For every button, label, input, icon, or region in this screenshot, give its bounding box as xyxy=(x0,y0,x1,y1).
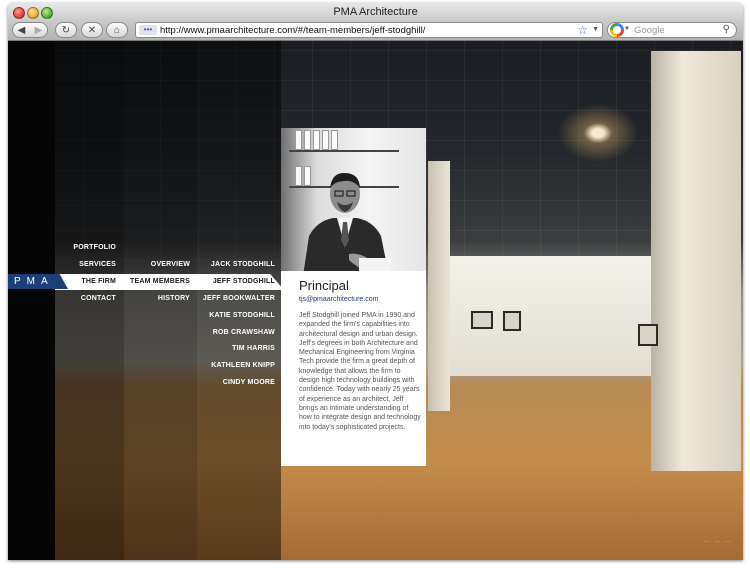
photo-binder xyxy=(304,130,311,150)
portrait-figure xyxy=(303,172,391,271)
bookmark-star-icon[interactable]: ☆ xyxy=(577,23,588,37)
nav-team-jack-stodghill[interactable]: JACK STODGHILL xyxy=(211,261,275,268)
footer-text: — · — · — xyxy=(704,539,731,544)
nav-the-firm[interactable]: THE FIRM xyxy=(81,278,116,285)
nav-team-cindy-moore[interactable]: CINDY MOORE xyxy=(223,379,275,386)
search-placeholder[interactable]: Google xyxy=(634,24,665,37)
background-gallery-wall xyxy=(433,256,653,376)
stop-icon: ✕ xyxy=(87,24,97,36)
nav-team-members[interactable]: TEAM MEMBERS xyxy=(130,278,190,285)
profile-bio: Jeff Stodghill joined PMA in 1990 and ex… xyxy=(299,312,421,431)
background-column xyxy=(428,161,450,411)
site-icon: ••• xyxy=(139,25,157,35)
address-bar[interactable]: ••• http://www.pmaarchitecture.com/#/tea… xyxy=(135,22,603,38)
nav-team-jeff-bookwalter[interactable]: JEFF BOOKWALTER xyxy=(203,295,275,302)
nav-contact[interactable]: CONTACT xyxy=(81,295,116,302)
nav-history[interactable]: HISTORY xyxy=(158,295,190,302)
reload-button[interactable]: ↻ xyxy=(55,22,77,38)
photo-binder xyxy=(331,130,338,150)
background-easel xyxy=(638,324,658,346)
photo-binder xyxy=(313,130,320,150)
home-button[interactable]: ⌂ xyxy=(106,22,128,38)
stop-button[interactable]: ✕ xyxy=(81,22,103,38)
pma-logo[interactable]: PMA xyxy=(8,274,68,289)
profile-card: Principal tjs@pmaarchitecture.com Jeff S… xyxy=(281,128,426,466)
nav-team-tim-harris[interactable]: TIM HARRIS xyxy=(232,345,275,352)
nav-team-rob-crawshaw[interactable]: ROB CRAWSHAW xyxy=(213,329,275,336)
url-text[interactable]: http://www.pmaarchitecture.com/#/team-me… xyxy=(160,24,425,37)
window-title: PMA Architecture xyxy=(333,6,418,18)
forward-icon[interactable]: ▶ xyxy=(30,25,47,36)
back-forward-buttons[interactable]: ◀ ▶ xyxy=(12,22,48,38)
photo-binder xyxy=(322,130,329,150)
background-easel xyxy=(471,311,493,329)
photo-binder xyxy=(295,130,302,150)
nav-overview[interactable]: OVERVIEW xyxy=(151,261,190,268)
history-dropdown-icon[interactable]: ▼ xyxy=(592,25,599,35)
profile-email-link[interactable]: tjs@pmaarchitecture.com xyxy=(299,296,378,303)
photo-shelf xyxy=(289,150,399,152)
nav-team-katie-stodghill[interactable]: KATIE STODGHILL xyxy=(209,312,275,319)
nav-team-kathleen-knipp[interactable]: KATHLEEN KNIPP xyxy=(211,362,275,369)
search-icon[interactable]: ⚲ xyxy=(723,23,730,37)
background-easel xyxy=(503,311,521,331)
page-viewport: PMA PORTFOLIO SERVICES THE FIRM CONTACT … xyxy=(8,41,743,560)
profile-photo xyxy=(281,128,426,271)
google-icon[interactable] xyxy=(610,23,624,37)
nav-column-logo xyxy=(8,41,55,560)
nav-services[interactable]: SERVICES xyxy=(79,261,116,268)
nav-team-jeff-stodghill[interactable]: JEFF STODGHILL xyxy=(213,278,275,285)
title-bar: PMA Architecture ◀ ▶ ↻ ✕ ⌂ ••• http://ww… xyxy=(8,3,743,41)
nav-portfolio[interactable]: PORTFOLIO xyxy=(73,244,116,251)
home-icon: ⌂ xyxy=(113,24,121,36)
browser-window: PMA Architecture ◀ ▶ ↻ ✕ ⌂ ••• http://ww… xyxy=(8,3,743,560)
back-icon[interactable]: ◀ xyxy=(13,25,30,36)
background-column xyxy=(651,51,741,471)
profile-role: Principal xyxy=(299,278,349,293)
search-engine-dropdown-icon[interactable]: ▼ xyxy=(624,26,630,32)
search-field[interactable]: ▼ Google ⚲ xyxy=(607,22,737,38)
reload-icon: ↻ xyxy=(61,24,71,36)
